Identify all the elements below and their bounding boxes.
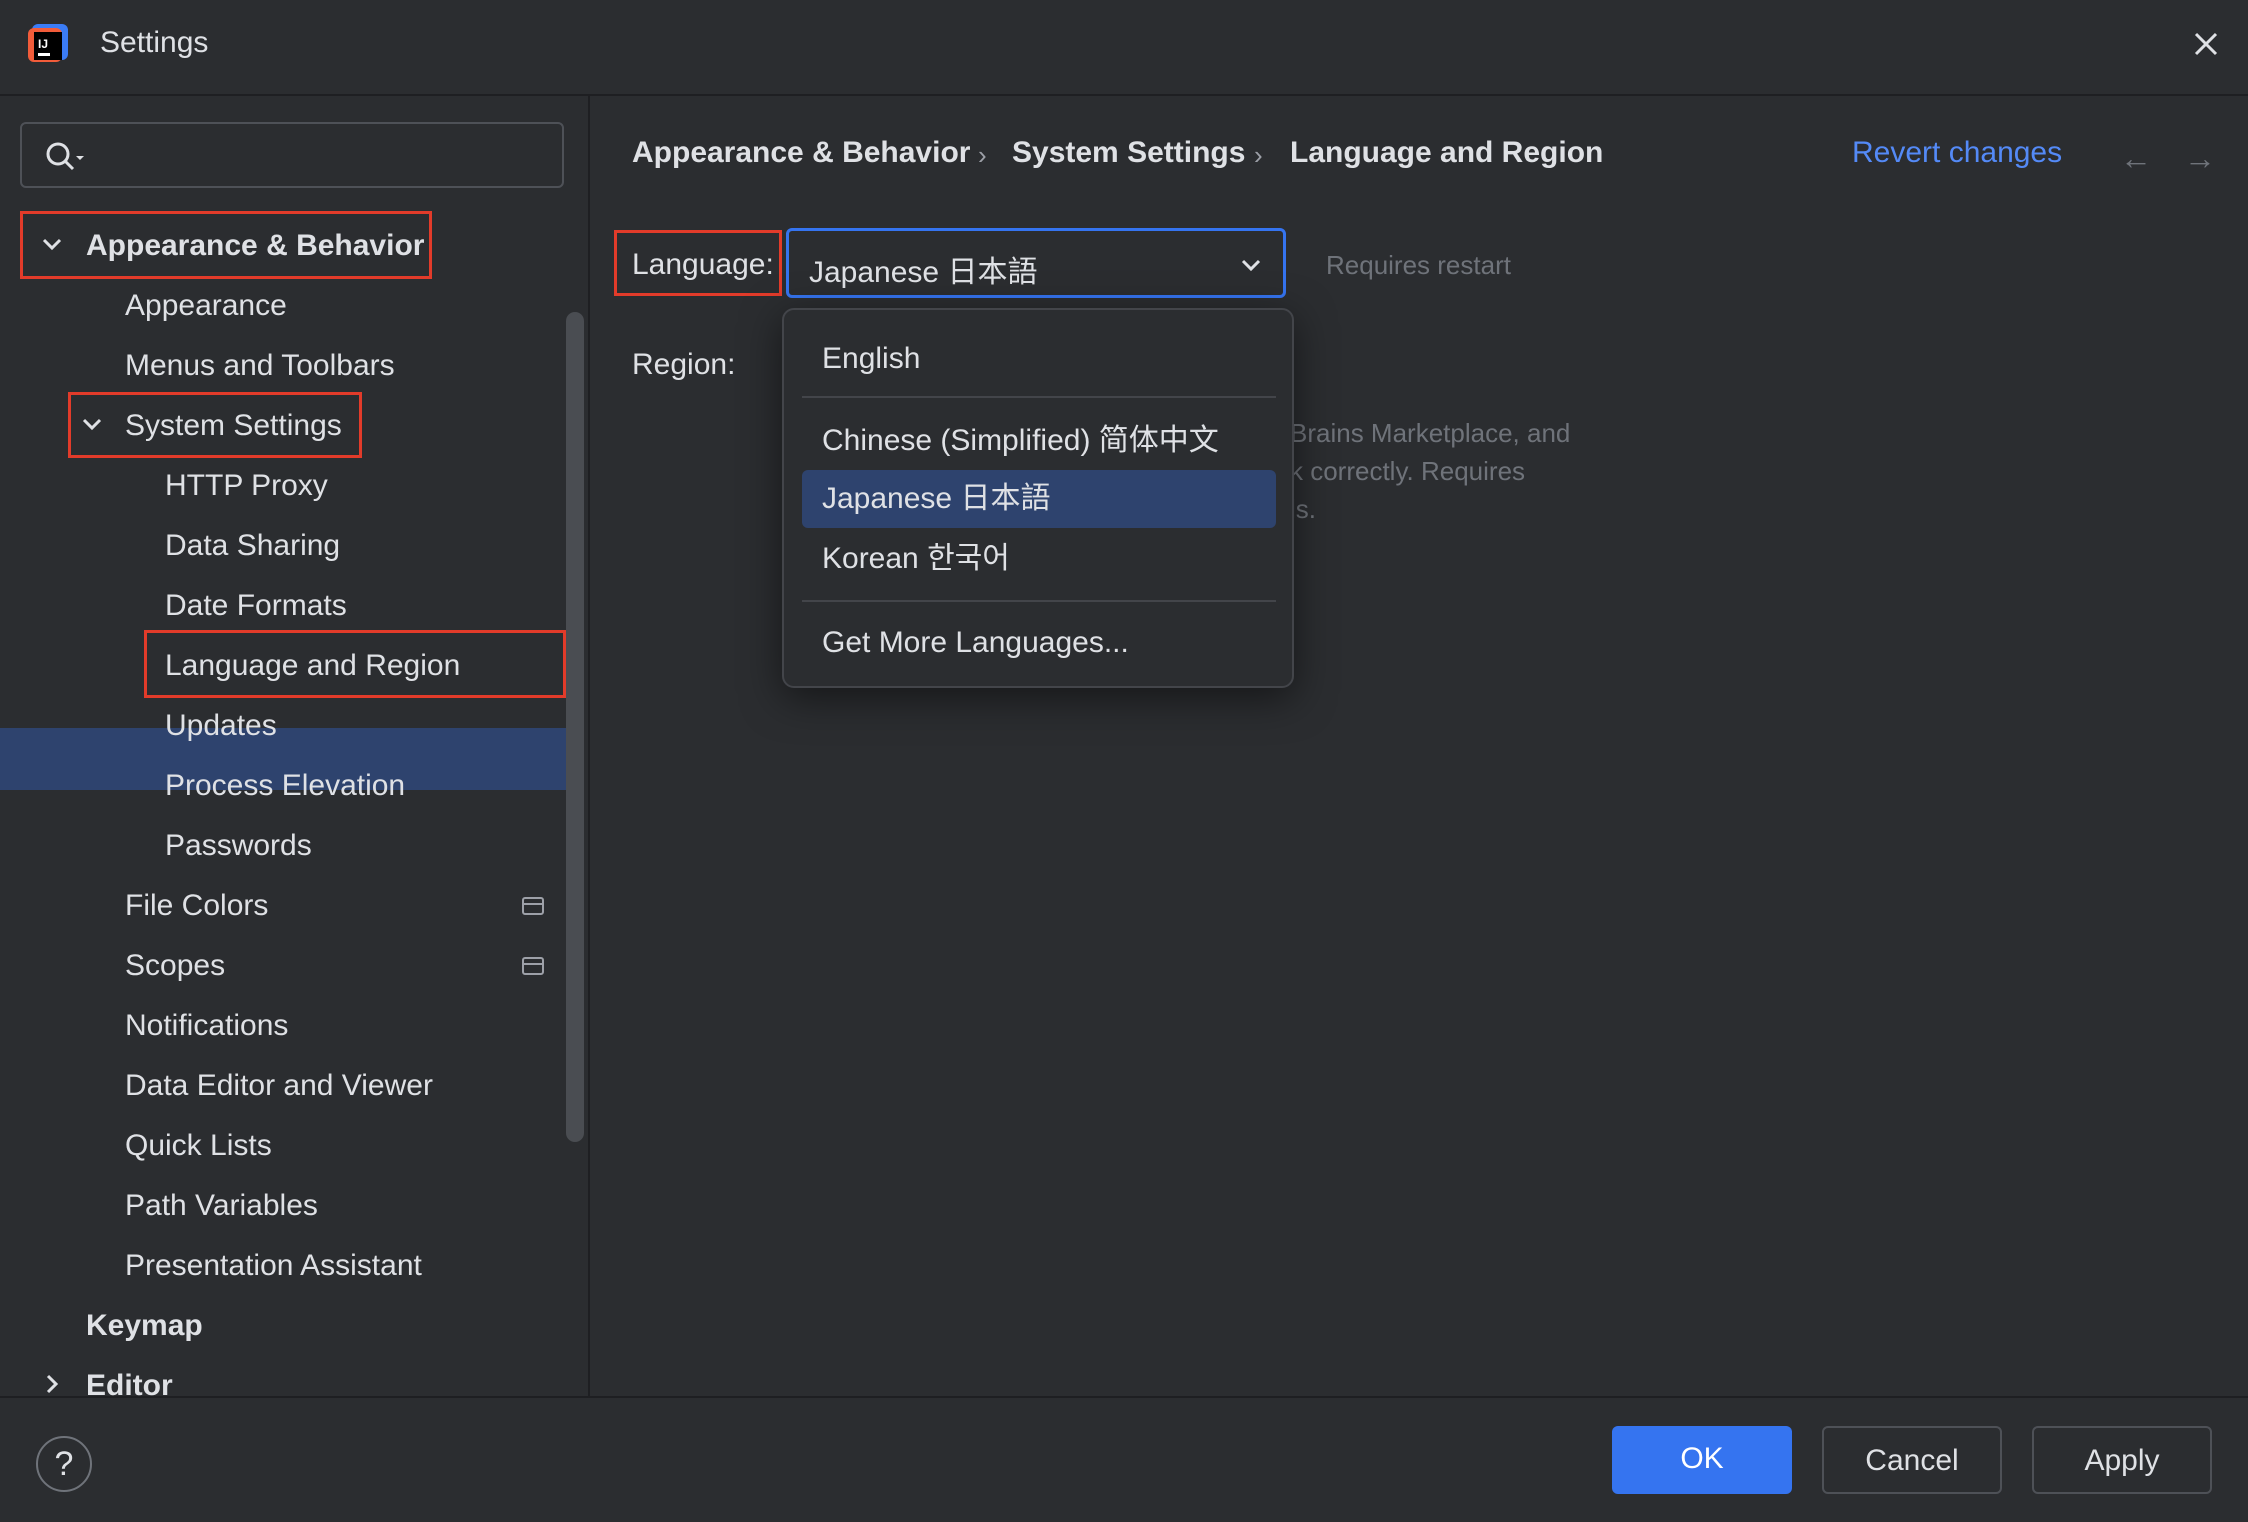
description-text: k correctly. Requires [1290,456,1526,486]
breadcrumb-item[interactable]: System Settings [1012,136,1245,170]
tree-item-scopes[interactable]: Scopes [125,936,225,996]
tree-item-file-colors[interactable]: File Colors [125,876,268,936]
chevron-down-icon [1241,259,1261,272]
tree-item-passwords[interactable]: Passwords [165,816,312,876]
language-label: Language: [632,248,774,281]
language-option-korean[interactable]: Korean 한국어 [802,530,1276,588]
dialog-footer: ? OK Cancel Apply [0,1396,2248,1522]
tree-item-system-settings[interactable]: System Settings [125,396,342,456]
search-input[interactable] [102,134,546,178]
tree-item-http-proxy[interactable]: HTTP Proxy [165,456,328,516]
language-option-chinese[interactable]: Chinese (Simplified) 简体中文 [802,412,1276,470]
breadcrumb-separator-icon: › [978,140,987,170]
tree-item-data-editor[interactable]: Data Editor and Viewer [125,1056,433,1116]
settings-content: Appearance & Behavior › System Settings … [588,96,2248,1396]
description-text: Brains Marketplace, and [1290,418,1571,448]
requires-restart-hint: Requires restart [1326,250,1511,280]
ok-button[interactable]: OK [1612,1426,1792,1494]
tree-item-notifications[interactable]: Notifications [125,996,288,1056]
tree-item-quick-lists[interactable]: Quick Lists [125,1116,272,1176]
breadcrumb-item[interactable]: Appearance & Behavior [632,136,970,170]
settings-sidebar: Appearance & Behavior Appearance Menus a… [0,96,588,1402]
search-icon [46,142,84,171]
region-label: Region: [632,348,736,381]
tree-item-data-sharing[interactable]: Data Sharing [165,516,340,576]
language-option-japanese[interactable]: Japanese 日本語 [802,470,1276,528]
tree-item-keymap[interactable]: Keymap [86,1296,203,1356]
dropdown-divider [802,396,1276,398]
title-bar: IJ Settings [0,0,2248,96]
back-arrow-icon[interactable]: ← [2120,140,2152,177]
tree-item-path-variables[interactable]: Path Variables [125,1176,318,1236]
chevron-down-icon[interactable] [80,412,104,436]
intellij-logo-icon: IJ [28,24,68,62]
breadcrumb-separator-icon: › [1254,140,1263,170]
tree-item-appearance[interactable]: Appearance [125,276,287,336]
dropdown-divider [802,600,1276,602]
tree-item-language-region[interactable]: Language and Region [165,636,460,696]
language-dropdown-popup: English Chinese (Simplified) 简体中文 Japane… [782,308,1294,688]
apply-button[interactable]: Apply [2032,1426,2212,1494]
close-icon[interactable] [2186,24,2226,64]
tree-item-date-formats[interactable]: Date Formats [165,576,347,636]
search-field[interactable] [20,122,564,188]
help-icon[interactable]: ? [36,1436,92,1492]
sidebar-scrollbar[interactable] [566,312,584,1142]
tree-item-updates[interactable]: Updates [165,696,277,756]
chevron-right-icon[interactable] [40,1372,64,1396]
get-more-languages-option[interactable]: Get More Languages... [802,614,1276,672]
chevron-down-icon[interactable] [40,232,64,256]
language-option-english[interactable]: English [802,330,1276,388]
tree-item-presentation-assistant[interactable]: Presentation Assistant [125,1236,422,1296]
project-level-icon [522,897,544,915]
tree-item-process-elevation[interactable]: Process Elevation [165,756,405,816]
language-dropdown[interactable]: Japanese 日本語 [786,228,1286,298]
forward-arrow-icon[interactable]: → [2184,140,2216,177]
breadcrumb-item: Language and Region [1290,136,1604,169]
cancel-button[interactable]: Cancel [1822,1426,2002,1494]
language-dropdown-value: Japanese 日本語 [809,256,1038,289]
tree-item-appearance-behavior[interactable]: Appearance & Behavior [86,216,424,276]
revert-changes-link[interactable]: Revert changes [1852,136,2062,170]
svg-text:IJ: IJ [38,37,48,51]
window-title: Settings [100,26,209,59]
project-level-icon [522,957,544,975]
tree-item-menus-toolbars[interactable]: Menus and Toolbars [125,336,395,396]
